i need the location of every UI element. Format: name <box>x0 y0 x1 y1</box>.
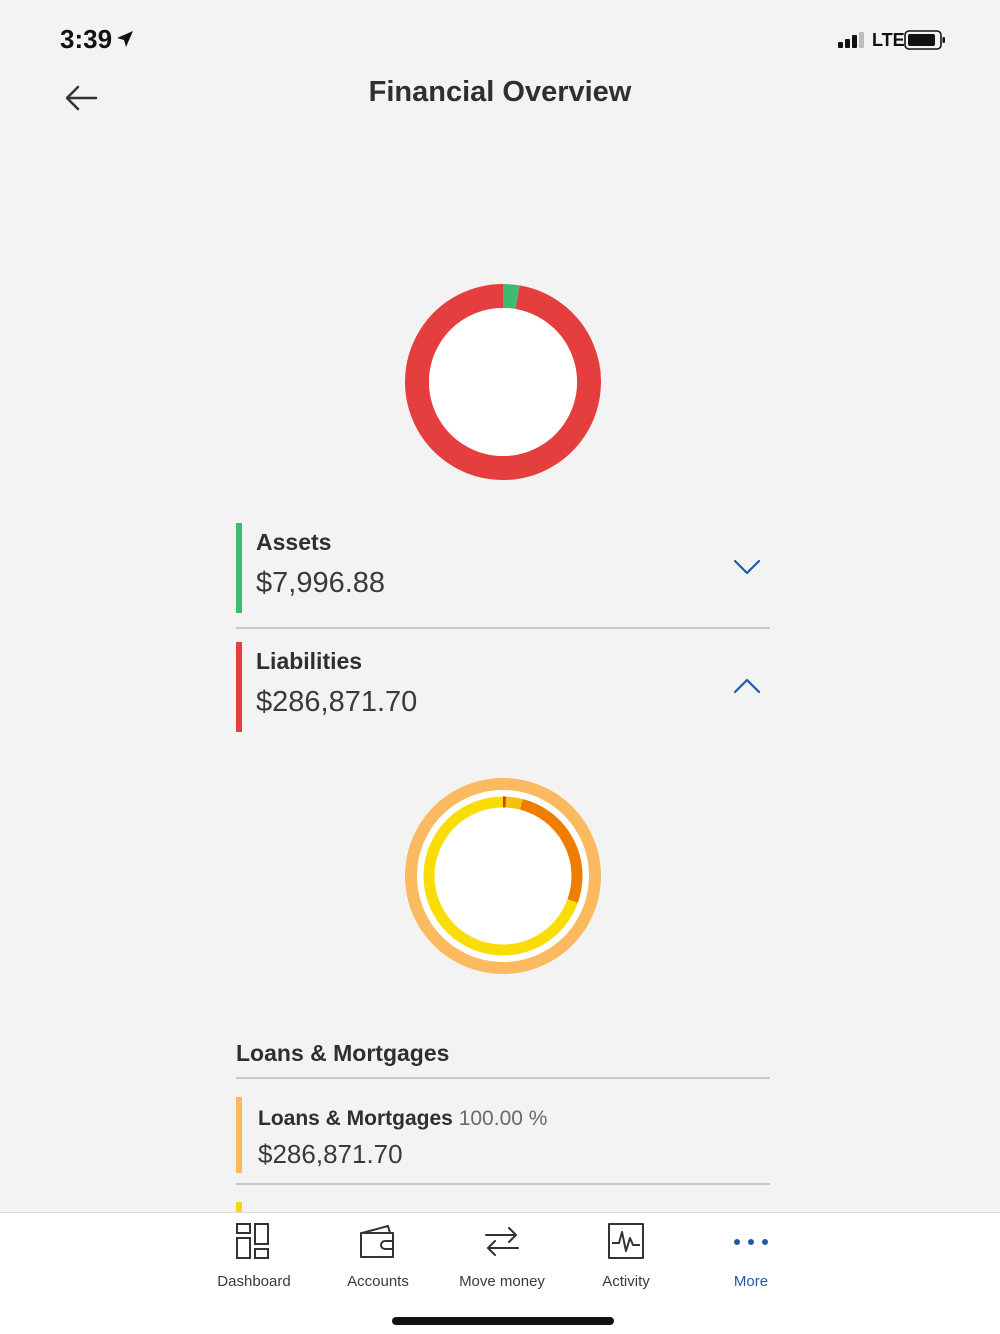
chevron-up-icon[interactable] <box>732 676 762 696</box>
donut-slice <box>502 284 520 310</box>
liabilities-color-bar <box>236 642 242 732</box>
divider <box>236 1077 770 1079</box>
wallet-icon <box>360 1225 394 1258</box>
assets-amount: $7,996.88 <box>256 567 386 599</box>
divider <box>236 627 770 629</box>
liabilities-donut-chart <box>405 778 601 974</box>
battery-icon <box>904 30 945 50</box>
tab-label: Move money <box>459 1273 545 1290</box>
overview-donut-chart <box>405 284 601 480</box>
tab-accounts[interactable]: Accounts <box>316 1221 440 1297</box>
home-indicator <box>392 1317 614 1325</box>
breakdown-item-amount: $286,871.70 <box>258 1139 403 1169</box>
breakdown-item-percent: 100.00 % <box>458 1107 548 1130</box>
donut-center <box>429 308 577 456</box>
bottom-tab-bar: Dashboard Accounts Move money Activity M… <box>0 1212 1000 1334</box>
more-dots-icon <box>734 1239 768 1245</box>
status-time: 3:39 <box>60 24 113 54</box>
chevron-down-icon[interactable] <box>732 557 762 577</box>
breakdown-heading: Loans & Mortgages <box>236 1040 450 1066</box>
tab-activity[interactable]: Activity <box>564 1221 688 1297</box>
tab-label: Accounts <box>347 1273 409 1290</box>
liabilities-amount: $286,871.70 <box>256 686 418 718</box>
tab-label: More <box>733 1273 769 1290</box>
network-type: LTE <box>872 30 905 50</box>
tab-dashboard[interactable]: Dashboard <box>192 1221 316 1297</box>
liabilities-row[interactable]: Liabilities $286,871.70 <box>236 642 770 734</box>
tab-move-money[interactable]: Move money <box>440 1221 564 1297</box>
breakdown-item-label: Loans & Mortgages <box>258 1107 453 1130</box>
tab-label: Dashboard <box>217 1273 291 1290</box>
breakdown-item-name: Loans & Mortgages 100.00 % <box>258 1107 547 1131</box>
page-title: Financial Overview <box>368 76 632 108</box>
breakdown-item[interactable]: Loans & Mortgages 100.00 % $286,871.70 <box>236 1097 770 1177</box>
assets-row[interactable]: Assets $7,996.88 <box>236 523 770 615</box>
status-bar: 3:39 LTE <box>0 0 1000 80</box>
assets-label: Assets <box>256 529 332 555</box>
dashboard-icon <box>236 1223 269 1259</box>
location-arrow-icon <box>117 31 133 47</box>
divider <box>236 1183 770 1185</box>
breakdown-color-bar <box>236 1097 242 1173</box>
activity-chart-icon <box>608 1223 644 1259</box>
tab-more[interactable]: More <box>689 1221 813 1297</box>
liabilities-label: Liabilities <box>256 648 363 674</box>
tab-label: Activity <box>602 1273 650 1290</box>
donut-inner-slice <box>505 796 523 810</box>
cellular-signal-icon <box>838 32 864 48</box>
donut-center <box>435 808 571 944</box>
assets-color-bar <box>236 523 242 613</box>
transfer-arrows-icon <box>485 1227 519 1256</box>
